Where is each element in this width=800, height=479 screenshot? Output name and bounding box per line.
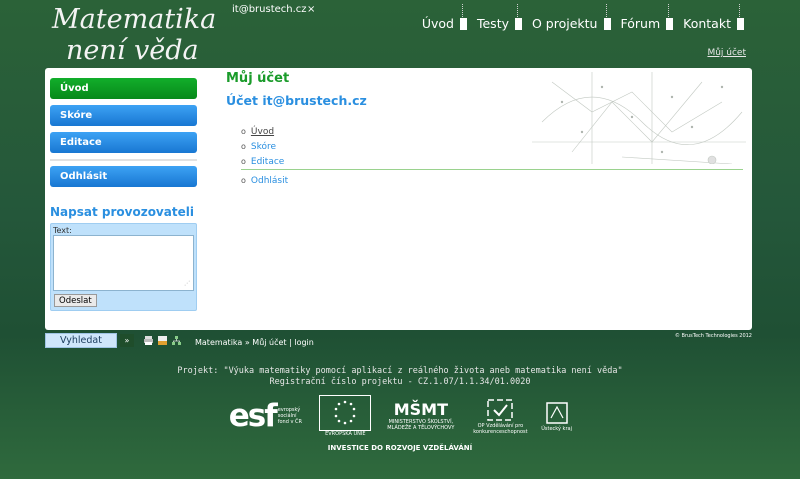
link-editace[interactable]: Editace xyxy=(251,157,284,167)
project-registration: Registrační číslo projektu - CZ.1.07/1.1… xyxy=(269,377,531,387)
nav-separator xyxy=(666,3,674,30)
nav-separator xyxy=(737,3,744,30)
nav-item-forum[interactable]: Fórum xyxy=(621,10,661,37)
nav-separator xyxy=(459,3,467,30)
contact-form-title: Napsat provozovateli xyxy=(50,205,194,219)
ustecky-kraj-emblem-icon xyxy=(545,401,568,424)
esf-logo-mark: esf xyxy=(228,397,278,434)
pdf-icon[interactable] xyxy=(157,335,168,346)
breadcrumb-root[interactable]: Matematika xyxy=(195,338,242,347)
breadcrumb-separator: » xyxy=(242,338,253,347)
link-uvod[interactable]: Úvod xyxy=(251,127,274,137)
msmt-logo: MŠMT MINISTERSTVO ŠKOLSTVÍ, MLÁDEŽE A TĚ… xyxy=(380,393,461,438)
esf-logo-text: evropský sociální fond v ČR xyxy=(277,406,302,425)
ustecky-kraj-logo: Ústecký kraj xyxy=(539,393,574,438)
nav-separator xyxy=(603,3,611,30)
search-bar: » xyxy=(45,333,182,348)
send-button[interactable]: Odeslat xyxy=(54,294,97,307)
copyright: © BrusTech Technologies 2012 xyxy=(674,333,752,339)
print-icon[interactable] xyxy=(143,335,154,346)
sidebar-item-editace[interactable]: Editace xyxy=(50,132,197,153)
tool-icons xyxy=(143,335,182,346)
sidebar-item-uvod[interactable]: Úvod xyxy=(50,78,197,99)
op-vk-emblem-icon xyxy=(487,398,514,421)
esf-logo: esf evropský sociální fond v ČR xyxy=(226,393,310,438)
list-item: Editace xyxy=(241,156,284,168)
logged-user-email: it@brustech.cz xyxy=(232,4,307,15)
logout-links: Odhlásit xyxy=(241,175,288,190)
breadcrumb: Matematika » Můj účet | login xyxy=(195,338,314,347)
site-logo[interactable]: Matematika není věda xyxy=(52,4,222,66)
search-input[interactable] xyxy=(45,333,117,348)
sidebar-item-odhlasit[interactable]: Odhlásit xyxy=(50,166,197,187)
nav-item-testy[interactable]: Testy xyxy=(477,10,509,37)
op-vk-logo-text: OP Vzdělávání pro konkurenceschopnost xyxy=(473,422,528,435)
logo-line-2: není věda xyxy=(66,35,199,66)
account-links: Úvod Skóre Editace xyxy=(241,126,284,171)
eu-flag-icon xyxy=(319,394,372,431)
nav-separator xyxy=(515,3,522,30)
investice-slogan: INVESTICE DO ROZVOJE VZDĚLÁVÁNÍ xyxy=(327,444,473,452)
list-item: Odhlásit xyxy=(241,175,288,187)
divider xyxy=(241,169,743,170)
op-vk-logo: OP Vzdělávání pro konkurenceschopnost xyxy=(470,393,532,438)
message-label: Text: xyxy=(53,226,72,235)
resize-grip-icon[interactable]: ⋰ xyxy=(184,280,190,287)
my-account-link[interactable]: Můj účet xyxy=(707,48,746,58)
msmt-logo-text: MINISTERSTVO ŠKOLSTVÍ, MLÁDEŽE A TĚLOVÝC… xyxy=(387,419,455,431)
message-textarea[interactable] xyxy=(53,235,194,291)
nav-item-o-projektu[interactable]: O projektu xyxy=(532,10,598,37)
ustecky-kraj-logo-text: Ústecký kraj xyxy=(541,425,572,432)
search-submit-button[interactable]: » xyxy=(120,334,134,347)
sponsor-logos: esf evropský sociální fond v ČR EVROPSKÁ… xyxy=(226,393,574,441)
breadcrumb-current: Můj účet | login xyxy=(252,338,314,347)
account-subtitle: Účet it@brustech.cz xyxy=(226,93,367,108)
project-info: Projekt: "Výuka matematiky pomocí aplika… xyxy=(0,366,800,388)
nav-item-uvod[interactable]: Úvod xyxy=(422,10,454,37)
list-item: Úvod xyxy=(241,126,284,138)
sidebar-divider xyxy=(50,159,197,161)
list-item: Skóre xyxy=(241,141,284,153)
sidebar-item-skore[interactable]: Skóre xyxy=(50,105,197,126)
link-odhlasit[interactable]: Odhlásit xyxy=(251,176,288,186)
sidebar: Úvod Skóre Editace Odhlásit Napsat provo… xyxy=(50,78,197,311)
contact-form: Text: ⋰ Odeslat xyxy=(50,223,197,311)
logo-line-1: Matematika xyxy=(52,4,217,35)
nav-item-kontakt[interactable]: Kontakt xyxy=(683,10,731,37)
top-navigation: Úvod Testy O projektu Fórum Kontakt xyxy=(422,3,754,37)
sitemap-icon[interactable] xyxy=(171,335,182,346)
eu-logo: EVROPSKÁ UNIE xyxy=(318,393,372,438)
link-skore[interactable]: Skóre xyxy=(251,142,276,152)
msmt-logo-mark: MŠMT xyxy=(393,400,448,419)
close-icon[interactable]: × xyxy=(307,4,315,15)
main-content: Můj účet Účet it@brustech.cz xyxy=(226,71,746,108)
page-title: Můj účet xyxy=(226,71,290,86)
project-name: Projekt: "Výuka matematiky pomocí aplika… xyxy=(177,366,623,376)
